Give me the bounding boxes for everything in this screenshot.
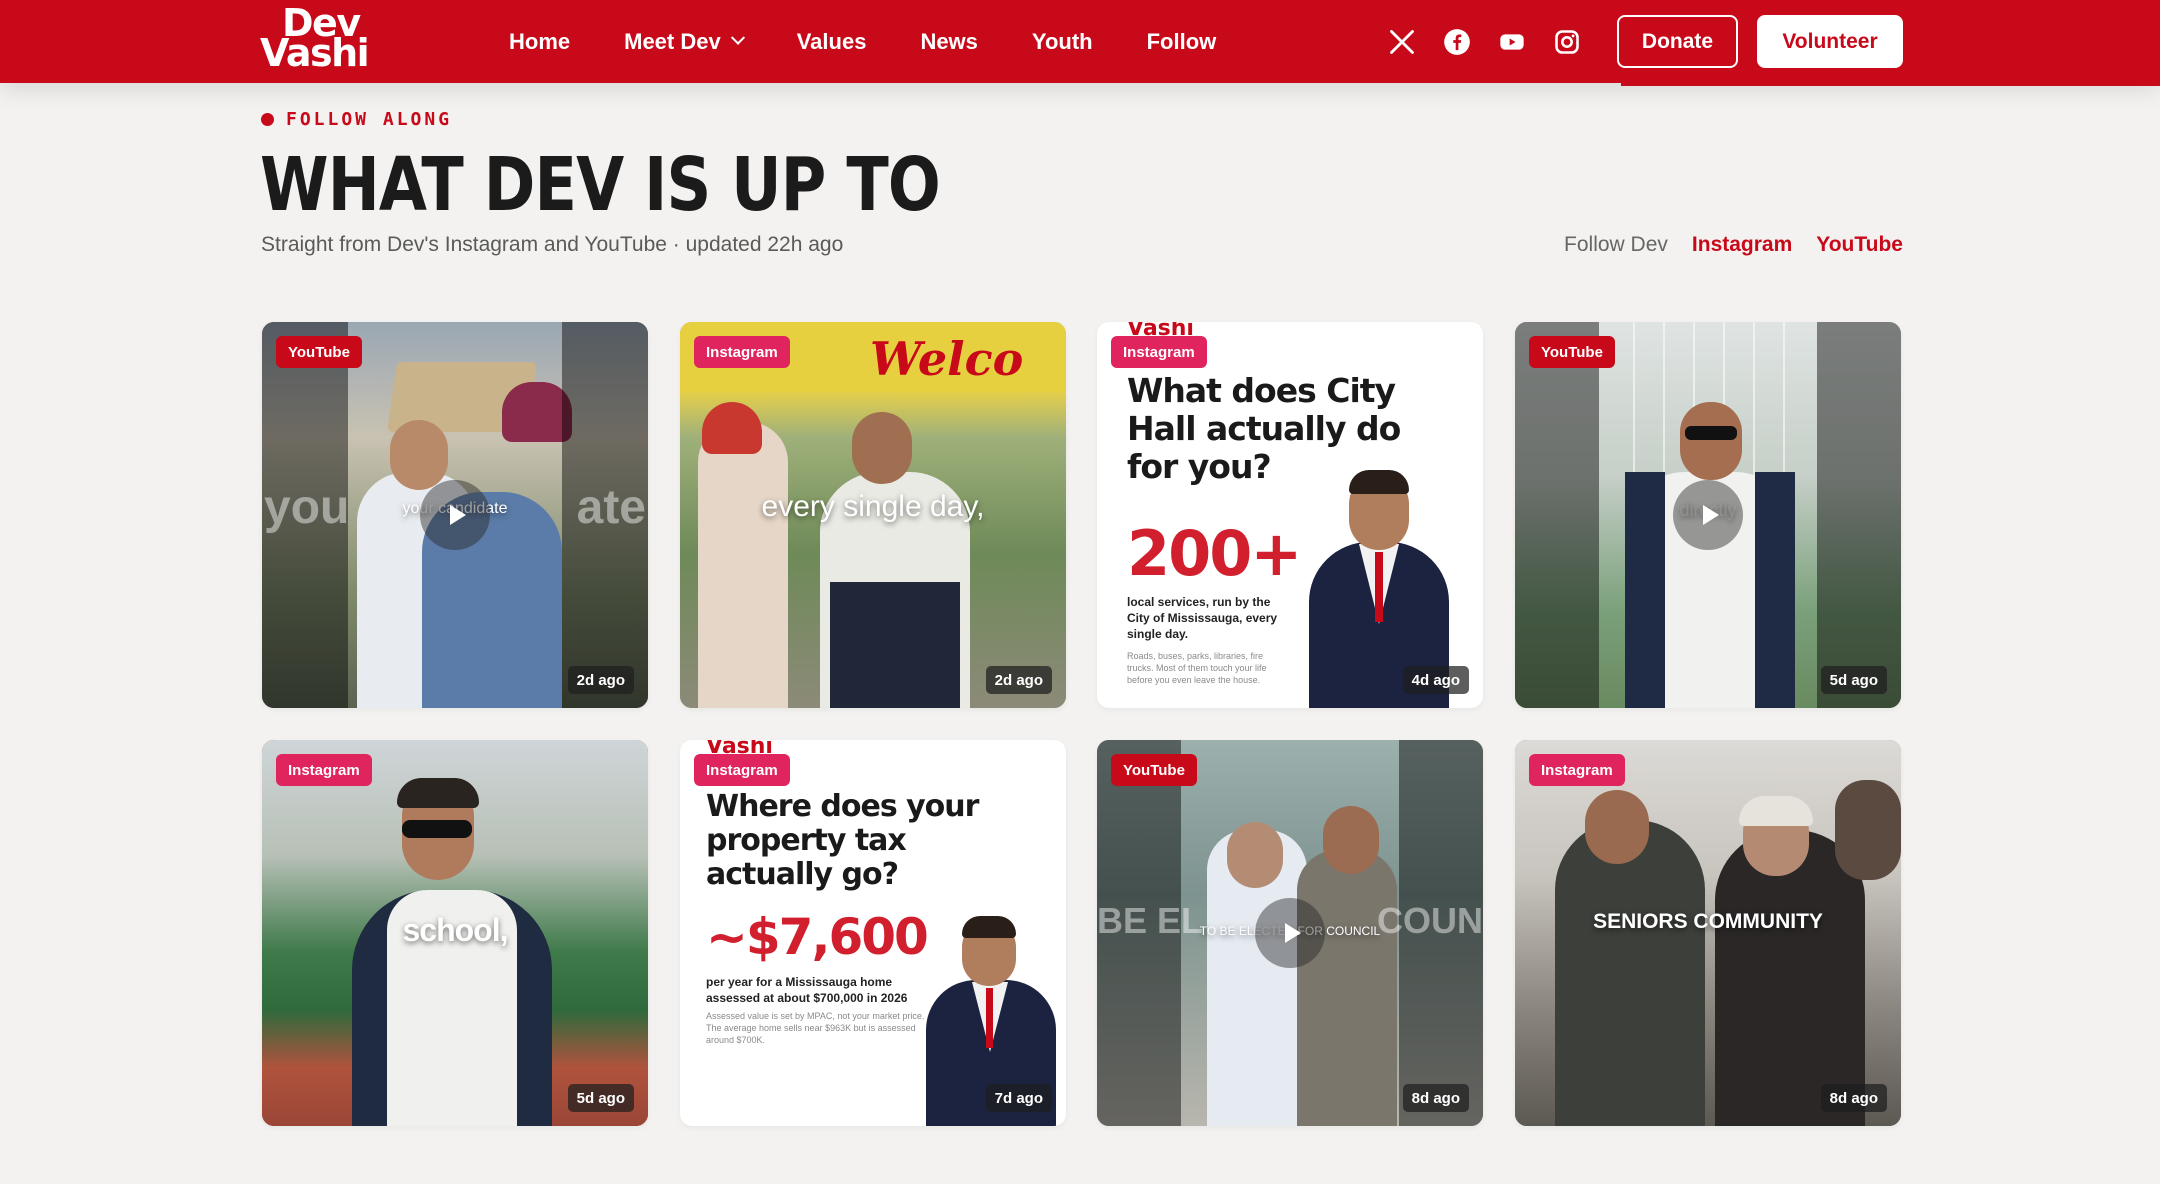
nav-home[interactable]: Home	[509, 29, 570, 55]
site-header: Dev Vashi Home Meet Dev Values News Yout…	[0, 0, 2160, 83]
graphic-stat: 200+	[1127, 517, 1302, 590]
nav-follow-label: Follow	[1146, 28, 1217, 54]
eyebrow-text: FOLLOW ALONG	[286, 109, 453, 130]
post-card-4[interactable]: directly YouTube 5d ago	[1515, 322, 1901, 708]
play-icon[interactable]	[1673, 480, 1743, 550]
nav-youth[interactable]: Youth	[1032, 29, 1093, 55]
red-dot-icon	[261, 113, 274, 126]
post-card-1[interactable]: you ate your candidate YouTube 2d ago	[262, 322, 648, 708]
post-card-5[interactable]: school, Instagram 5d ago	[262, 740, 648, 1126]
logo-line-2: Vashi	[260, 31, 370, 75]
platform-badge: Instagram	[694, 754, 790, 786]
section-subtitle: Straight from Dev's Instagram and YouTub…	[261, 233, 844, 256]
graphic-title: Where does your property tax actually go…	[706, 789, 979, 892]
main-nav: Home Meet Dev Values News Youth Follow	[509, 0, 1216, 83]
nav-news[interactable]: News	[920, 29, 977, 55]
post-card-8[interactable]: SENIORS COMMUNITY Instagram 8d ago	[1515, 740, 1901, 1126]
nav-meet-dev[interactable]: Meet Dev	[624, 28, 745, 55]
post-card-6[interactable]: Vashi Where does your property tax actua…	[680, 740, 1066, 1126]
graphic-body: per year for a Mississauga home assessed…	[706, 975, 908, 1005]
follow-instagram-link[interactable]: Instagram	[1692, 233, 1792, 257]
platform-badge: YouTube	[1529, 336, 1615, 368]
post-age-badge: 8d ago	[1820, 1084, 1887, 1112]
graphic-stat: ~$7,600	[706, 908, 929, 966]
post-card-3[interactable]: Vashi What does City Hall actually do fo…	[1097, 322, 1483, 708]
graphic-fine-print: Assessed value is set by MPAC, not your …	[706, 1011, 925, 1045]
header-accent-line	[1621, 83, 2160, 86]
graphic-fine-print: Roads, buses, parks, libraries, fire tru…	[1127, 651, 1267, 685]
platform-badge: Instagram	[1529, 754, 1625, 786]
post-age-badge: 2d ago	[567, 666, 634, 694]
donate-button[interactable]: Donate	[1617, 15, 1738, 68]
volunteer-button[interactable]: Volunteer	[1757, 15, 1903, 68]
platform-badge: Instagram	[694, 336, 790, 368]
nav-values-label: Values	[796, 28, 867, 54]
post-card-2[interactable]: Welco every single day, Instagram 2d ago	[680, 322, 1066, 708]
nav-news-label: News	[920, 28, 978, 54]
platform-badge: YouTube	[1111, 754, 1197, 786]
instagram-icon[interactable]	[1552, 27, 1582, 57]
graphic-title: What does City Hall actually do for you?	[1127, 371, 1401, 486]
follow-youtube-link[interactable]: YouTube	[1816, 233, 1903, 257]
post-age-badge: 2d ago	[985, 666, 1052, 694]
post-card-7[interactable]: BE EL COUN TO BE ELECTED FOR COUNCIL You…	[1097, 740, 1483, 1126]
post-age-badge: 4d ago	[1402, 666, 1469, 694]
graphic-body: local services, run by the City of Missi…	[1127, 595, 1278, 641]
post-age-badge: 5d ago	[1820, 666, 1887, 694]
post-caption: SENIORS COMMUNITY	[1593, 910, 1823, 933]
post-caption: school,	[402, 912, 508, 948]
section-eyebrow: FOLLOW ALONG	[261, 109, 452, 130]
follow-label: Follow Dev	[1564, 233, 1668, 256]
nav-meet-dev-label: Meet Dev	[624, 28, 721, 54]
platform-badge: Instagram	[1111, 336, 1207, 368]
youtube-icon[interactable]	[1497, 27, 1527, 57]
nav-values[interactable]: Values	[797, 29, 867, 55]
play-icon[interactable]	[1255, 898, 1325, 968]
chevron-down-icon	[730, 30, 745, 45]
post-caption: every single day,	[761, 490, 985, 523]
post-age-badge: 7d ago	[985, 1084, 1052, 1112]
platform-badge: Instagram	[276, 754, 372, 786]
nav-youth-label: Youth	[1031, 28, 1093, 54]
post-age-badge: 5d ago	[567, 1084, 634, 1112]
play-icon[interactable]	[420, 480, 490, 550]
post-age-badge: 8d ago	[1402, 1084, 1469, 1112]
dev-vashi-logo[interactable]: Dev Vashi	[260, 4, 370, 76]
x-icon[interactable]	[1387, 27, 1417, 57]
nav-home-label: Home	[509, 28, 571, 54]
platform-badge: YouTube	[276, 336, 362, 368]
page-title: WHAT DEV IS UP TO	[260, 142, 941, 228]
facebook-icon[interactable]	[1442, 27, 1472, 57]
nav-follow[interactable]: Follow	[1147, 29, 1217, 55]
follow-links: Follow Dev Instagram YouTube	[1564, 233, 1903, 257]
